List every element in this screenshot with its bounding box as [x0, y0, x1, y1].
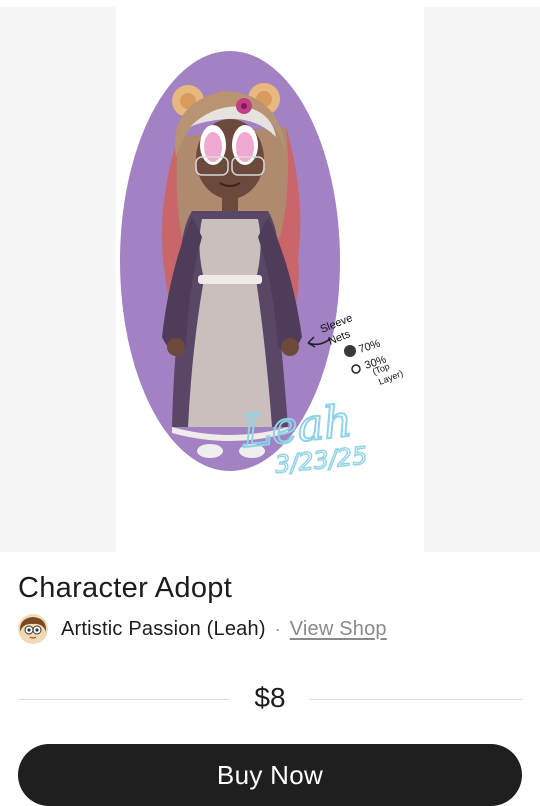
apron — [188, 219, 272, 427]
separator-dot: · — [274, 618, 281, 639]
price: $8 — [254, 682, 286, 713]
seller-avatar-icon[interactable] — [18, 614, 48, 644]
price-row: $8 — [18, 680, 522, 720]
seller-name[interactable]: Artistic Passion (Leah) — [61, 618, 266, 641]
seller-row: Artistic Passion (Leah) · View Shop — [18, 613, 387, 645]
note-70: 70% — [357, 338, 382, 356]
buy-now-button[interactable]: Buy Now — [18, 744, 522, 806]
listing-title: Character Adopt — [18, 572, 233, 604]
sleeve-nets-note: Sleeve Nets 70% 30% (Top Layer) — [319, 312, 405, 387]
view-shop-link[interactable]: View Shop — [290, 618, 387, 641]
product-image[interactable]: Sleeve Nets 70% 30% (Top Layer) Leah 3/2… — [116, 7, 424, 552]
product-image-area[interactable]: Sleeve Nets 70% 30% (Top Layer) Leah 3/2… — [0, 7, 540, 552]
character-artwork: Sleeve Nets 70% 30% (Top Layer) Leah 3/2… — [120, 51, 405, 480]
divider-right — [310, 699, 522, 700]
